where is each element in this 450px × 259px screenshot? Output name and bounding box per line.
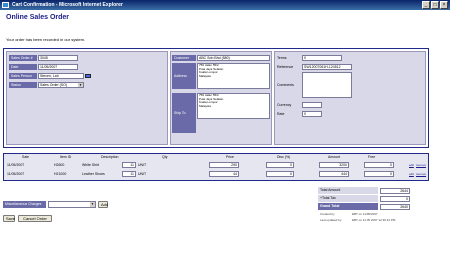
qty-field[interactable]: 11 [122,171,136,177]
customer-label: Customer [172,55,196,61]
summary-box: Total Amount 2644 +Total Tax 0 Grand Tot… [318,187,429,227]
sales-order-field[interactable]: 3045 [38,55,78,61]
amount-field[interactable]: 3200 [319,162,349,168]
total-amount-label: Total Amount [318,187,378,194]
free-field[interactable]: 0 [364,162,394,168]
created-by-label: Created by [320,212,335,216]
reference-field[interactable]: SW12007061H-124512 [302,64,352,70]
table-row: 11/05/2007 H21000 Leather Shoes 11 UNIT … [4,171,427,179]
rate-label: Rate [277,112,285,116]
cell-sale: 11/05/2007 [7,172,25,176]
ship-to-label: Ship To [172,93,196,133]
currency-field[interactable] [302,102,322,108]
price-field[interactable]: 44 [209,171,239,177]
cell-sale: 11/05/2007 [7,163,25,167]
cell-item-id: H2600 [54,163,65,167]
remove-link[interactable]: remove [416,163,426,167]
save-button[interactable]: Save [3,215,15,222]
confirmation-message: Your order has been recorded in our syst… [6,37,86,42]
updated-by-value: EBT on 11 05 2007 12:30:12 PM [352,218,396,222]
items-table-panel: Sale Item ID Description Qty Price Disc … [3,153,429,181]
tax-field: 0 [380,195,410,202]
disc-field[interactable]: 0 [266,162,294,168]
sales-person-label: Sales Person [9,73,37,79]
grand-total-field: 2640 [380,203,410,210]
table-row: 11/05/2007 H2600 White Shirt 11 UNIT 290… [4,162,427,170]
col-header-sale: Sale [22,155,30,159]
status-select[interactable]: Sales Order (SO) ▼ [38,82,84,88]
minimize-icon[interactable]: _ [422,1,430,9]
updated-by-label: Last updated by [320,218,342,222]
cell-description: Leather Shoes [82,172,105,176]
sales-order-label: Sales Order # [9,55,37,61]
status-select-value: Sales Order (SO) [40,83,68,87]
chevron-down-icon[interactable]: ▼ [78,83,83,87]
date-field[interactable]: 11/05/2007 [38,64,78,70]
reference-label: Reference [277,65,294,69]
address-textarea[interactable]: 756 Jalan 55/2 Puta Jaya Selatan Kuala L… [197,63,270,89]
terms-label: Terms [277,56,287,60]
comments-label: Comments [277,83,294,87]
edit-link[interactable]: edit [409,163,414,167]
window-titlebar: Cart Confirmation - Microsoft Internet E… [0,0,450,10]
order-header-panel: Sales Order # 3045 Date 11/05/2007 Sales… [3,48,429,148]
tax-label: +Total Tax [318,195,378,202]
misc-charges-label: Miscellaneous Charges [3,201,46,208]
date-label: Date [9,64,37,70]
ship-to-line: Malaysia [199,103,211,108]
remove-link[interactable]: remove [416,172,426,176]
amount-field[interactable]: 444 [319,171,349,177]
terms-field[interactable]: 0 [302,55,342,61]
terms-box: Terms 0 Reference SW12007061H-124512 Com… [274,51,426,145]
col-header-amount: Amount [328,155,341,159]
currency-label: Currency [277,103,292,107]
rate-field[interactable]: 0 [302,111,322,117]
price-field[interactable]: 290 [209,162,239,168]
page-title: Online Sales Order [6,14,70,21]
edit-link[interactable]: edit [409,172,414,176]
cell-unit: UNIT [138,172,147,176]
col-header-qty: Qty [162,155,168,159]
maximize-icon[interactable]: □ [431,1,439,9]
ie-icon [2,2,9,8]
window-title: Cart Confirmation - Microsoft Internet E… [12,2,123,8]
order-info-box: Sales Order # 3045 Date 11/05/2007 Sales… [6,51,168,145]
col-header-description: Description [101,155,119,159]
customer-box: Customer ABC Sdn Bhd (580) Address 756 J… [170,51,272,145]
col-header-price: Price [226,155,234,159]
comments-textarea[interactable] [302,72,352,98]
chevron-down-icon[interactable]: ▼ [90,202,95,207]
cell-unit: UNIT [138,163,147,167]
col-header-item-id: Item ID [60,155,72,159]
grand-total-label: Grand Total [318,203,378,210]
lookup-icon[interactable] [85,74,91,78]
created-by-value: EBT on 11/05/2007 [352,212,378,216]
add-misc-button[interactable]: Add [98,201,108,208]
address-label: Address [172,63,196,89]
cancel-order-button[interactable]: Cancel Order [18,215,52,222]
customer-field[interactable]: ABC Sdn Bhd (580) [197,55,270,61]
sales-person-field[interactable]: Steven, Lah [38,73,84,79]
disc-field[interactable]: 0 [266,171,294,177]
ship-to-textarea[interactable]: 756 Jalan 55/2 Puta Jaya Selatan Kuala L… [197,93,270,119]
total-amount-field: 2644 [380,187,410,194]
col-header-disc: Disc (%) [277,155,291,159]
misc-charges-select[interactable]: ▼ [48,201,96,208]
address-line: Malaysia [199,73,211,78]
cell-description: White Shirt [82,163,100,167]
close-icon[interactable]: × [440,1,448,9]
status-label: Status [9,82,37,88]
cell-item-id: H21000 [54,172,67,176]
free-field[interactable]: 0 [364,171,394,177]
window-controls: _ □ × [422,1,448,9]
col-header-free: Free [368,155,376,159]
qty-field[interactable]: 11 [122,162,136,168]
